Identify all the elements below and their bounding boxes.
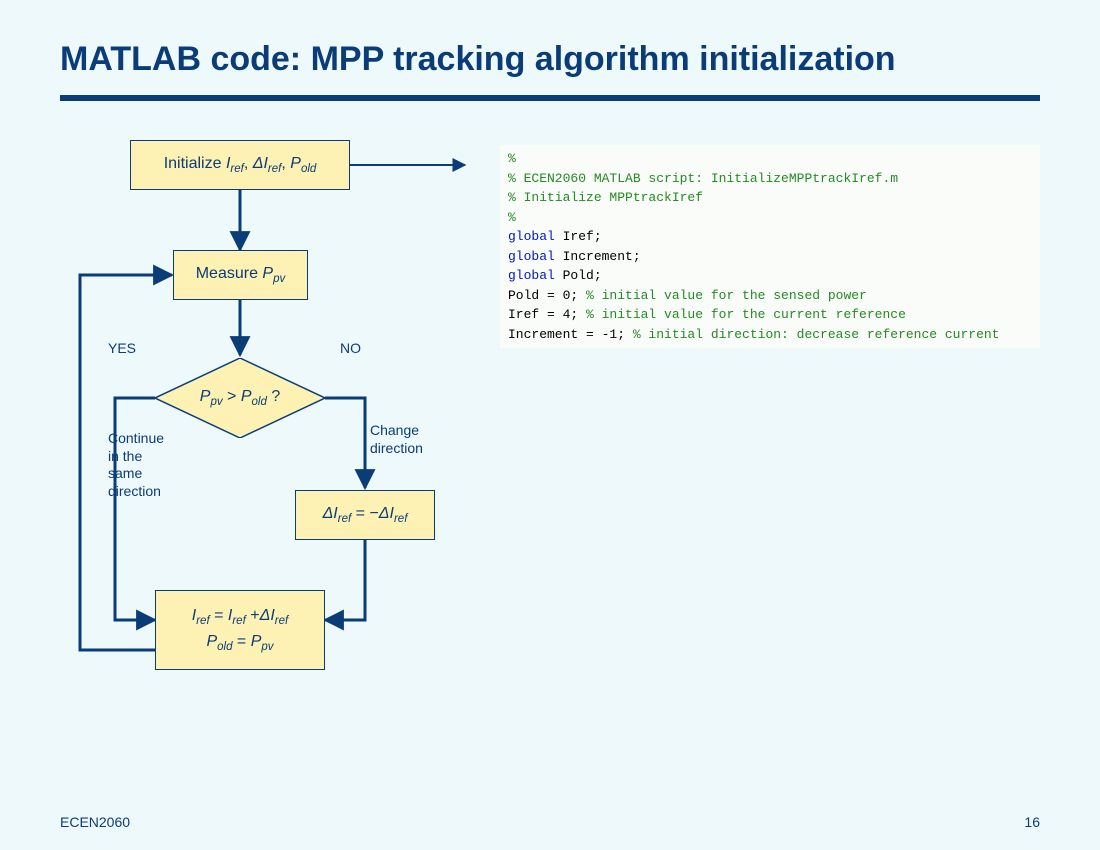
negate-text: ΔIref = −ΔIref — [323, 505, 408, 525]
code-l7k: global — [508, 268, 555, 283]
footer-course: ECEN2060 — [60, 814, 130, 830]
flow-box-initialize: Initialize Iref, ΔIref, Pold — [130, 140, 350, 190]
label-yes: YES — [108, 340, 136, 358]
code-l9a: Iref = 4; — [508, 307, 586, 322]
update-line-2: Pold = Ppv — [206, 633, 273, 653]
label-no: NO — [340, 340, 361, 358]
code-l5t: Iref; — [555, 229, 602, 244]
label-change: Change direction — [370, 422, 423, 457]
code-l7t: Pold; — [555, 268, 602, 283]
slide: MATLAB code: MPP tracking algorithm init… — [0, 0, 1100, 850]
flowchart: Initialize Iref, ΔIref, Pold Measure Ppv… — [60, 140, 480, 780]
decision-text: Ppv > Pold ? — [155, 358, 325, 438]
measure-text: Measure Ppv — [196, 265, 286, 285]
update-line-1: Iref = Iref +ΔIref — [192, 607, 288, 627]
code-l10b: % initial direction: decrease reference … — [633, 327, 1000, 342]
init-text: Initialize Iref, ΔIref, Pold — [164, 155, 317, 175]
code-panel: % % ECEN2060 MATLAB script: InitializeMP… — [500, 145, 1040, 348]
code-l8b: % initial value for the sensed power — [586, 288, 867, 303]
code-l9b: % initial value for the current referenc… — [586, 307, 906, 322]
code-l2: % ECEN2060 MATLAB script: InitializeMPPt… — [508, 171, 898, 186]
code-l6t: Increment; — [555, 249, 641, 264]
code-l5k: global — [508, 229, 555, 244]
code-l3: % Initialize MPPtrackIref — [508, 190, 703, 205]
title-underline — [60, 95, 1040, 101]
flow-box-negate: ΔIref = −ΔIref — [295, 490, 435, 540]
footer-page: 16 — [1024, 814, 1040, 830]
flow-box-update: Iref = Iref +ΔIref Pold = Ppv — [155, 590, 325, 670]
code-l4: % — [508, 210, 516, 225]
code-l6k: global — [508, 249, 555, 264]
code-l8a: Pold = 0; — [508, 288, 586, 303]
slide-title: MATLAB code: MPP tracking algorithm init… — [60, 40, 1040, 79]
flow-decision: Ppv > Pold ? — [155, 358, 325, 438]
code-l10a: Increment = -1; — [508, 327, 633, 342]
label-continue: Continue in the same direction — [108, 430, 178, 500]
flow-box-measure: Measure Ppv — [173, 250, 308, 300]
code-l1: % — [508, 151, 516, 166]
